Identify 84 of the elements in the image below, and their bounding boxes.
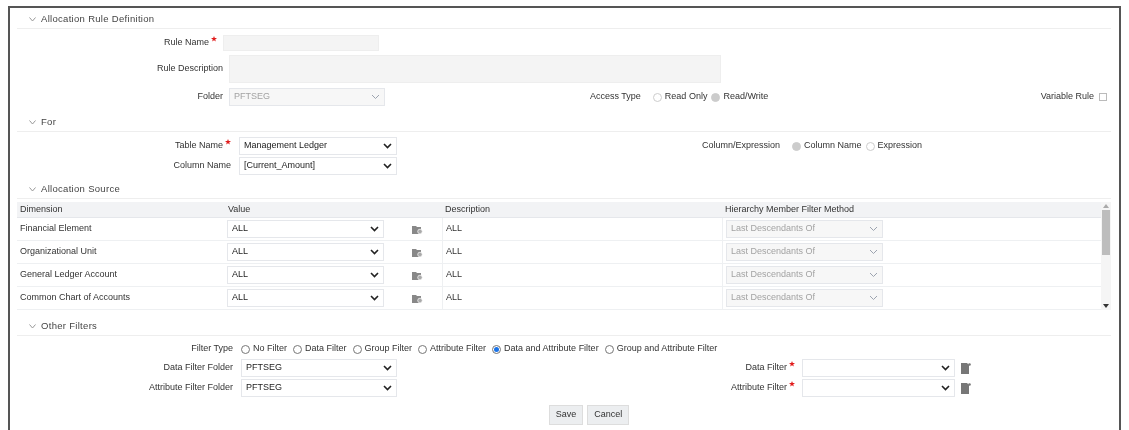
radio-label: Read Only (664, 90, 708, 104)
field-label: Filter Type (191, 342, 233, 356)
checkbox[interactable] (1099, 93, 1107, 101)
chevron-down-icon (370, 226, 379, 232)
action-button[interactable]: Save (548, 405, 584, 425)
chevron-down-icon (383, 163, 392, 169)
action-button[interactable]: Cancel (587, 405, 630, 425)
radio-label: Read/Write (723, 90, 769, 104)
radio-label: Group and Attribute Filter (616, 342, 718, 356)
table-cell: ALL (442, 218, 722, 240)
chevron-icon (29, 324, 36, 329)
section-header[interactable]: Other Filters (17, 318, 1111, 336)
radio-label: Attribute Filter (430, 342, 487, 356)
scroll-up-icon[interactable] (1103, 204, 1109, 208)
chevron-icon (29, 120, 36, 125)
table-cell-text: Organizational Unit (19, 245, 98, 259)
folder-icon[interactable] (411, 247, 423, 257)
chevron-down-icon (383, 143, 392, 149)
radio-button[interactable] (352, 344, 362, 354)
section-header[interactable]: Allocation Source (17, 181, 1111, 199)
dropdown[interactable]: Management Ledger (239, 137, 397, 155)
section-header[interactable]: For (17, 114, 1111, 132)
scrollbar[interactable] (1101, 202, 1111, 310)
field-label: Attribute Filter (730, 381, 787, 395)
radio-button[interactable] (492, 344, 502, 354)
column-header: Description (444, 202, 492, 216)
field-label: Table Name (174, 139, 223, 153)
chevron-down-icon (869, 295, 878, 301)
dropdown[interactable]: [Current_Amount] (239, 157, 397, 175)
chevron-down-icon (370, 249, 379, 255)
chevron-down-icon (383, 385, 392, 391)
column-header: Dimension (19, 202, 64, 216)
chevron-down-icon (370, 272, 379, 278)
chevron-down-icon (869, 226, 878, 232)
chevron-down-icon (370, 295, 379, 301)
radio-label: Group Filter (364, 342, 413, 356)
chevron-down-icon (383, 365, 392, 371)
field-label: Access Type (590, 90, 641, 104)
chevron-down-icon (941, 385, 950, 391)
radio-label: Data and Attribute Filter (504, 342, 599, 356)
document-icon[interactable] (961, 382, 971, 394)
radio-label: Data Filter (305, 342, 347, 356)
dropdown[interactable]: ALL (227, 220, 384, 238)
field-label: Data Filter (745, 361, 787, 375)
field-label: Column/Expression (702, 139, 781, 153)
table-cell: ALL (442, 264, 722, 286)
table-cell-text: General Ledger Account (19, 268, 119, 282)
folder-icon[interactable] (411, 293, 423, 303)
chevron-down-icon (869, 272, 878, 278)
folder-icon[interactable] (411, 270, 423, 280)
table-cell-text: Financial Element (19, 222, 93, 236)
document-icon[interactable] (961, 362, 971, 374)
dropdown[interactable]: ALL (227, 266, 384, 284)
chevron-icon (29, 17, 36, 22)
table-cell: ALL (442, 287, 722, 309)
radio-button[interactable] (293, 344, 302, 354)
radio-label: Expression (877, 139, 923, 153)
table-cell-text: Common Chart of Accounts (19, 291, 132, 305)
chevron-down-icon (941, 365, 950, 371)
radio-label: Column Name (804, 139, 862, 153)
folder-icon[interactable] (411, 224, 423, 234)
table-cell: ALL (442, 241, 722, 263)
dropdown[interactable]: ALL (227, 289, 384, 307)
field-label: Column Name (173, 159, 231, 173)
field-label: Folder (197, 90, 223, 104)
radio-button[interactable] (418, 344, 428, 354)
field-label: Rule Name (163, 36, 209, 50)
dropdown[interactable]: PFTSEG (241, 379, 397, 397)
chevron-down-icon (869, 249, 878, 255)
section-header[interactable]: Allocation Rule Definition (17, 11, 1111, 29)
dropdown[interactable]: PFTSEG (241, 359, 397, 377)
dropdown[interactable]: ALL (227, 243, 384, 261)
radio-button[interactable] (604, 344, 614, 354)
chevron-icon (29, 187, 36, 192)
chevron-down-icon (371, 94, 380, 100)
column-header: Value (227, 202, 252, 216)
scroll-down-icon[interactable] (1103, 304, 1109, 308)
field-label: Variable Rule (1040, 90, 1094, 104)
field-label: Data Filter Folder (163, 361, 233, 375)
field-label: Attribute Filter Folder (148, 381, 233, 395)
radio-button[interactable] (241, 344, 250, 354)
column-header: Hierarchy Member Filter Method (724, 202, 855, 216)
radio-label: No Filter (253, 342, 287, 356)
field-label: Rule Description (156, 62, 223, 76)
